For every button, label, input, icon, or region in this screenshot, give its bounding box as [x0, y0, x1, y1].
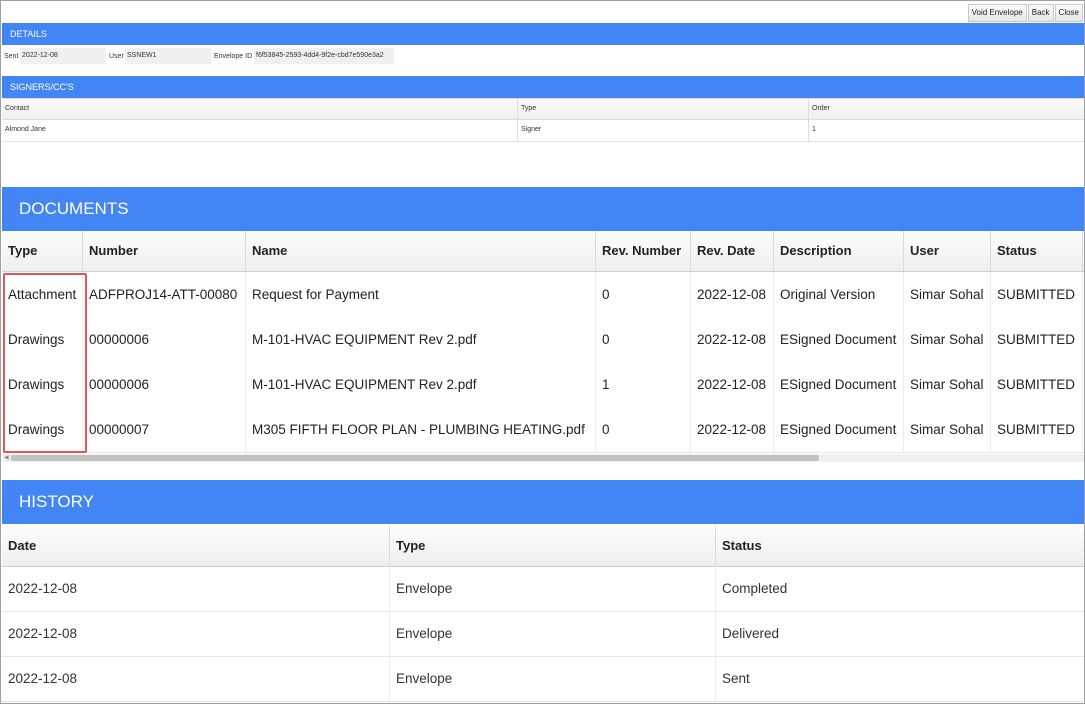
document-rev-date: 2022-12-08	[691, 317, 774, 362]
document-description: Original Version	[774, 272, 904, 317]
document-status: SUBMITTED	[991, 317, 1083, 362]
history-date: 2022-12-08	[2, 566, 390, 611]
document-type: Drawings	[2, 317, 83, 362]
documents-header-row: Type Number Name Rev. Number Rev. Date D…	[2, 231, 1084, 272]
column-header-user[interactable]: User	[904, 231, 991, 271]
document-row[interactable]: Attachment ADFPROJ14-ATT-00080 Request f…	[2, 272, 1084, 318]
details-section-header: DETAILS	[2, 23, 1084, 45]
column-header-number[interactable]: Number	[83, 231, 246, 271]
document-name: Request for Payment	[246, 272, 596, 317]
document-number: ADFPROJ14-ATT-00080	[83, 272, 246, 317]
document-rev-number: 1	[596, 362, 691, 407]
back-button[interactable]: Back	[1027, 4, 1054, 22]
document-row[interactable]: Drawings 00000006 M-101-HVAC EQUIPMENT R…	[2, 317, 1084, 363]
column-header-order: Order	[812, 105, 830, 112]
column-header-type[interactable]: Type	[2, 231, 83, 271]
document-rev-number: 0	[596, 272, 691, 317]
scroll-left-icon[interactable]: ◀	[4, 454, 9, 462]
document-status: SUBMITTED	[991, 272, 1083, 317]
history-date: 2022-12-08	[2, 611, 390, 656]
column-header-date[interactable]: Date	[2, 525, 390, 566]
document-rev-date: 2022-12-08	[691, 362, 774, 407]
signer-row[interactable]: Almond Jane Signer 1	[2, 119, 1084, 142]
history-type: Envelope	[390, 656, 716, 701]
column-header-status[interactable]: Status	[991, 231, 1083, 271]
toolbar: Void Envelope Back Close	[967, 4, 1083, 22]
document-description: ESigned Document	[774, 407, 904, 452]
document-rev-date: 2022-12-08	[691, 272, 774, 317]
document-row[interactable]: Drawings 00000006 M-101-HVAC EQUIPMENT R…	[2, 362, 1084, 408]
column-header-name[interactable]: Name	[246, 231, 596, 271]
history-type: Envelope	[390, 611, 716, 656]
details-row: Sent 2022-12-08 User SSNEW1 Envelope ID …	[2, 46, 1084, 68]
column-header-rev-date[interactable]: Rev. Date	[691, 231, 774, 271]
document-description: ESigned Document	[774, 317, 904, 362]
scrollbar-thumb[interactable]	[11, 455, 819, 461]
signers-table: Contact Type Order Almond Jane Signer 1	[2, 98, 1084, 142]
column-header-description[interactable]: Description	[774, 231, 904, 271]
envelope-id-label: Envelope ID	[214, 53, 253, 60]
document-user: Simar Sohal	[904, 362, 991, 407]
document-status: SUBMITTED	[991, 362, 1083, 407]
document-number: 00000006	[83, 362, 246, 407]
signers-header-row: Contact Type Order	[2, 98, 1084, 120]
column-header-status[interactable]: Status	[716, 525, 1084, 566]
column-header-type: Type	[521, 105, 537, 112]
history-row[interactable]: 2022-12-08 Envelope Sent	[2, 656, 1084, 702]
user-value: SSNEW1	[125, 48, 211, 64]
document-row[interactable]: Drawings 00000007 M305 FIFTH FLOOR PLAN …	[2, 407, 1084, 453]
history-status: Delivered	[722, 626, 780, 641]
document-type: Drawings	[2, 407, 83, 452]
history-header-row: Date Type Status	[2, 525, 1084, 567]
history-row[interactable]: 2022-12-08 Envelope Completed	[2, 566, 1084, 612]
document-status: SUBMITTED	[991, 407, 1083, 452]
column-header-type[interactable]: Type	[390, 525, 716, 566]
close-button[interactable]: Close	[1054, 4, 1083, 22]
document-name: M305 FIFTH FLOOR PLAN - PLUMBING HEATING…	[246, 407, 596, 452]
envelope-id-value: f6f53845-2593-4dd4-9f2e-cbd7e590e3a2	[254, 48, 394, 64]
document-user: Simar Sohal	[904, 317, 991, 362]
document-rev-date: 2022-12-08	[691, 407, 774, 452]
signer-order: 1	[812, 126, 816, 133]
column-header-contact: Contact	[5, 105, 30, 112]
history-status: Completed	[722, 581, 788, 596]
document-number: 00000007	[83, 407, 246, 452]
documents-horizontal-scrollbar[interactable]: ◀	[2, 454, 1084, 462]
document-user: Simar Sohal	[904, 407, 991, 452]
document-rev-number: 0	[596, 317, 691, 362]
document-type: Drawings	[2, 362, 83, 407]
user-label: User	[109, 53, 124, 60]
document-rev-number: 0	[596, 407, 691, 452]
history-date: 2022-12-08	[2, 656, 390, 701]
document-description: ESigned Document	[774, 362, 904, 407]
signer-contact: Almond Jane	[5, 126, 46, 133]
void-envelope-button[interactable]: Void Envelope	[967, 4, 1027, 22]
signers-section-header: SIGNERS/CC'S	[2, 76, 1084, 98]
document-name: M-101-HVAC EQUIPMENT Rev 2.pdf	[246, 317, 596, 362]
document-type: Attachment	[2, 272, 83, 317]
sent-label: Sent	[4, 53, 19, 60]
history-type: Envelope	[390, 566, 716, 611]
document-number: 00000006	[83, 317, 246, 362]
history-row[interactable]: 2022-12-08 Envelope Delivered	[2, 611, 1084, 657]
sent-value: 2022-12-08	[20, 48, 106, 64]
history-section-header: HISTORY	[2, 480, 1084, 524]
history-status: Sent	[722, 671, 750, 686]
signer-type: Signer	[521, 126, 542, 133]
documents-section-header: DOCUMENTS	[2, 187, 1084, 231]
document-name: M-101-HVAC EQUIPMENT Rev 2.pdf	[246, 362, 596, 407]
envelope-detail-window: Void Envelope Back Close DETAILS Sent 20…	[0, 0, 1085, 704]
document-user: Simar Sohal	[904, 272, 991, 317]
column-header-rev-number[interactable]: Rev. Number	[596, 231, 691, 271]
